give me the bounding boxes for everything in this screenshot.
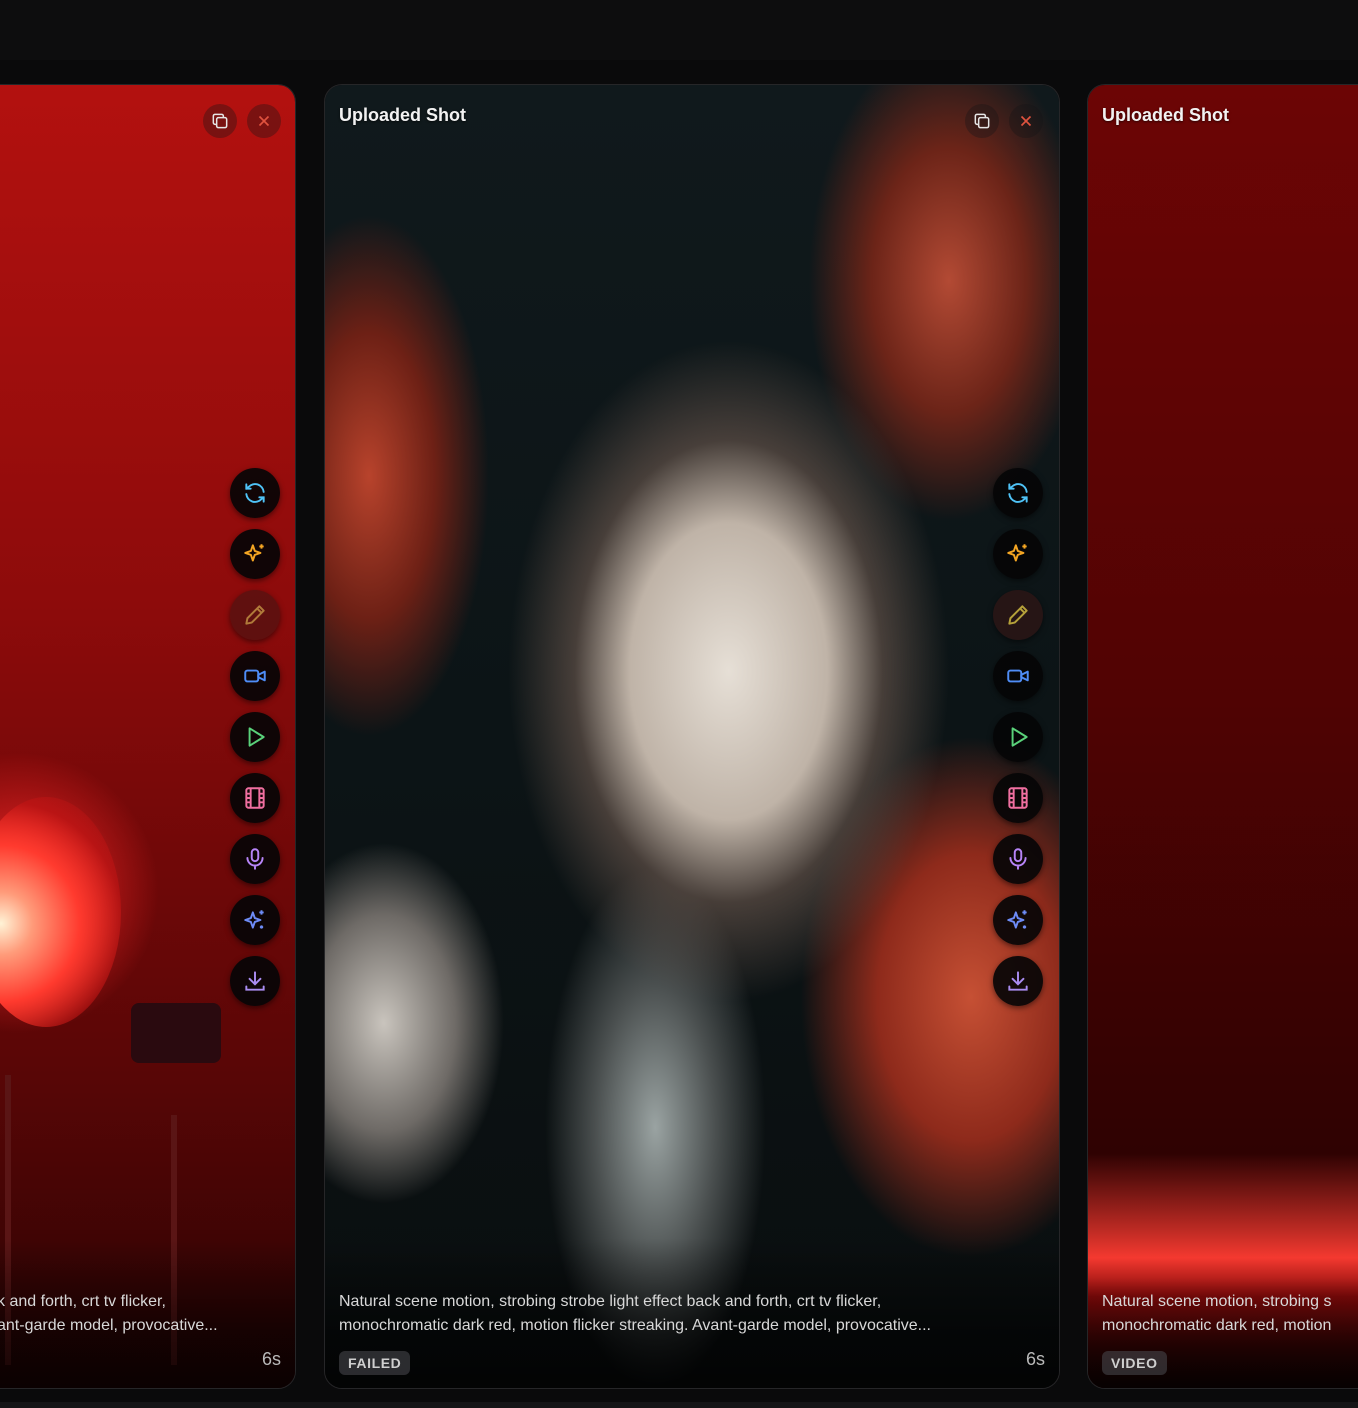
pencil-icon	[1008, 605, 1028, 625]
top-toolbar	[0, 0, 1358, 61]
download-icon	[245, 971, 265, 991]
play-button[interactable]	[230, 712, 280, 762]
close-button[interactable]	[247, 104, 281, 138]
download-icon	[1008, 971, 1028, 991]
edit-button[interactable]	[230, 590, 280, 640]
caption-line: monochromatic dark red, motion flicker s…	[339, 1317, 931, 1334]
card-side-actions	[230, 468, 280, 1006]
magic-button[interactable]	[993, 895, 1043, 945]
duplicate-button[interactable]	[203, 104, 237, 138]
shot-caption: k and forth, crt tv flicker, ant-garde m…	[0, 1290, 218, 1338]
microphone-icon	[246, 848, 264, 870]
voice-button[interactable]	[230, 834, 280, 884]
caption-line: ant-garde model, provocative...	[0, 1317, 218, 1334]
play-button[interactable]	[993, 712, 1043, 762]
card-top-actions	[203, 104, 281, 138]
shot-card-left[interactable]: k and forth, crt tv flicker, ant-garde m…	[0, 84, 296, 1389]
download-button[interactable]	[230, 956, 280, 1006]
enhance-button[interactable]	[230, 529, 280, 579]
sparkle-icon	[1007, 544, 1027, 562]
play-icon	[1011, 727, 1028, 747]
refresh-icon	[1008, 483, 1028, 503]
play-icon	[248, 727, 265, 747]
film-icon	[245, 787, 265, 809]
camera-button[interactable]	[230, 651, 280, 701]
regenerate-button[interactable]	[993, 468, 1043, 518]
thumbnail-spotlight	[131, 1003, 221, 1063]
caption-line: Natural scene motion, strobing strobe li…	[339, 1293, 882, 1310]
duplicate-icon	[212, 113, 228, 129]
voice-button[interactable]	[993, 834, 1043, 884]
bottom-divider	[0, 1402, 1358, 1408]
status-badge: FAILED	[339, 1351, 411, 1375]
video-camera-icon	[1007, 669, 1029, 683]
magic-sparkle-icon	[244, 910, 264, 929]
close-icon	[1020, 115, 1032, 127]
enhance-button[interactable]	[993, 529, 1043, 579]
card-title: Uploaded Shot	[1102, 105, 1229, 125]
card-side-actions	[993, 468, 1043, 1006]
edit-button[interactable]	[993, 590, 1043, 640]
refresh-icon	[245, 483, 265, 503]
close-icon	[258, 115, 270, 127]
card-title: Uploaded Shot	[339, 105, 466, 125]
microphone-icon	[1009, 848, 1027, 870]
caption-line: Natural scene motion, strobing s	[1102, 1293, 1332, 1310]
caption-line: monochromatic dark red, motion	[1102, 1317, 1332, 1334]
magic-sparkle-icon	[1007, 910, 1027, 929]
shot-thumbnail	[1088, 85, 1358, 1388]
duplicate-icon	[974, 113, 990, 129]
film-icon	[1008, 787, 1028, 809]
sparkle-icon	[244, 544, 264, 562]
close-button[interactable]	[1009, 104, 1043, 138]
shot-caption: Natural scene motion, strobing strobe li…	[339, 1290, 931, 1338]
pencil-icon	[245, 605, 265, 625]
shot-thumbnail	[325, 85, 1059, 1388]
duration-label: 6s	[1025, 1349, 1045, 1369]
regenerate-button[interactable]	[230, 468, 280, 518]
magic-button[interactable]	[230, 895, 280, 945]
duration-label: 6s	[261, 1349, 281, 1369]
card-top-actions	[965, 104, 1043, 138]
shot-card-center[interactable]: Uploaded Shot Natural scene motion, stro…	[324, 84, 1060, 1389]
download-button[interactable]	[993, 956, 1043, 1006]
video-camera-icon	[244, 669, 266, 683]
film-button[interactable]	[993, 773, 1043, 823]
status-badge: VIDEO	[1102, 1351, 1167, 1375]
duplicate-button[interactable]	[965, 104, 999, 138]
caption-line: k and forth, crt tv flicker,	[0, 1293, 166, 1310]
camera-button[interactable]	[993, 651, 1043, 701]
film-button[interactable]	[230, 773, 280, 823]
shot-card-right[interactable]: Uploaded Shot Natural scene motion, stro…	[1087, 84, 1358, 1389]
shot-caption: Natural scene motion, strobing s monochr…	[1102, 1290, 1331, 1338]
